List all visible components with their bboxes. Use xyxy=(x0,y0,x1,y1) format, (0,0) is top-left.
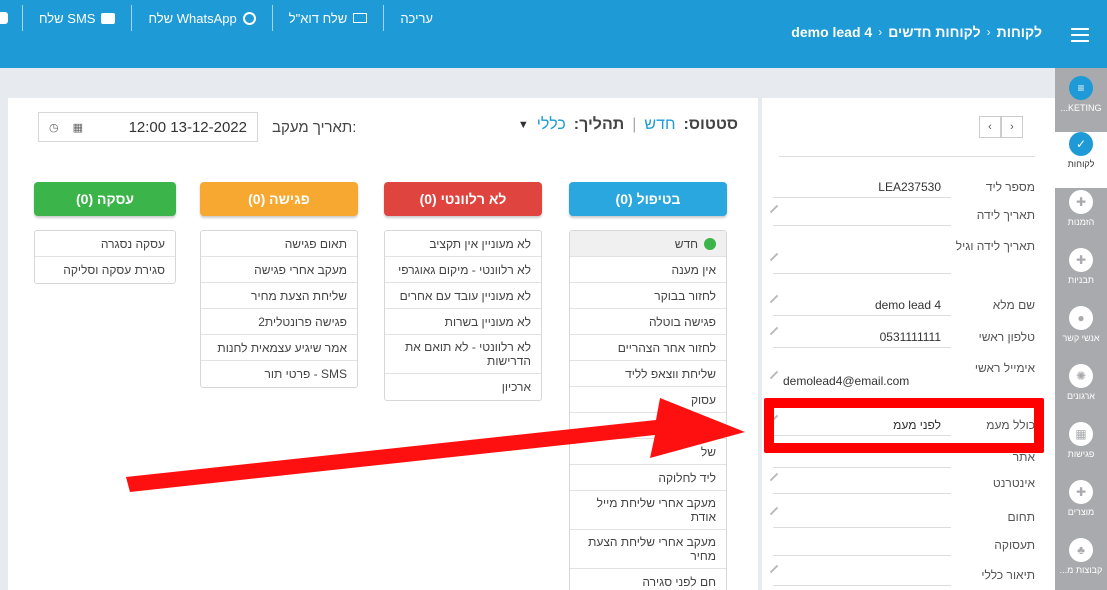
arrow-shape xyxy=(126,398,745,492)
annotation-arrow xyxy=(126,398,745,492)
